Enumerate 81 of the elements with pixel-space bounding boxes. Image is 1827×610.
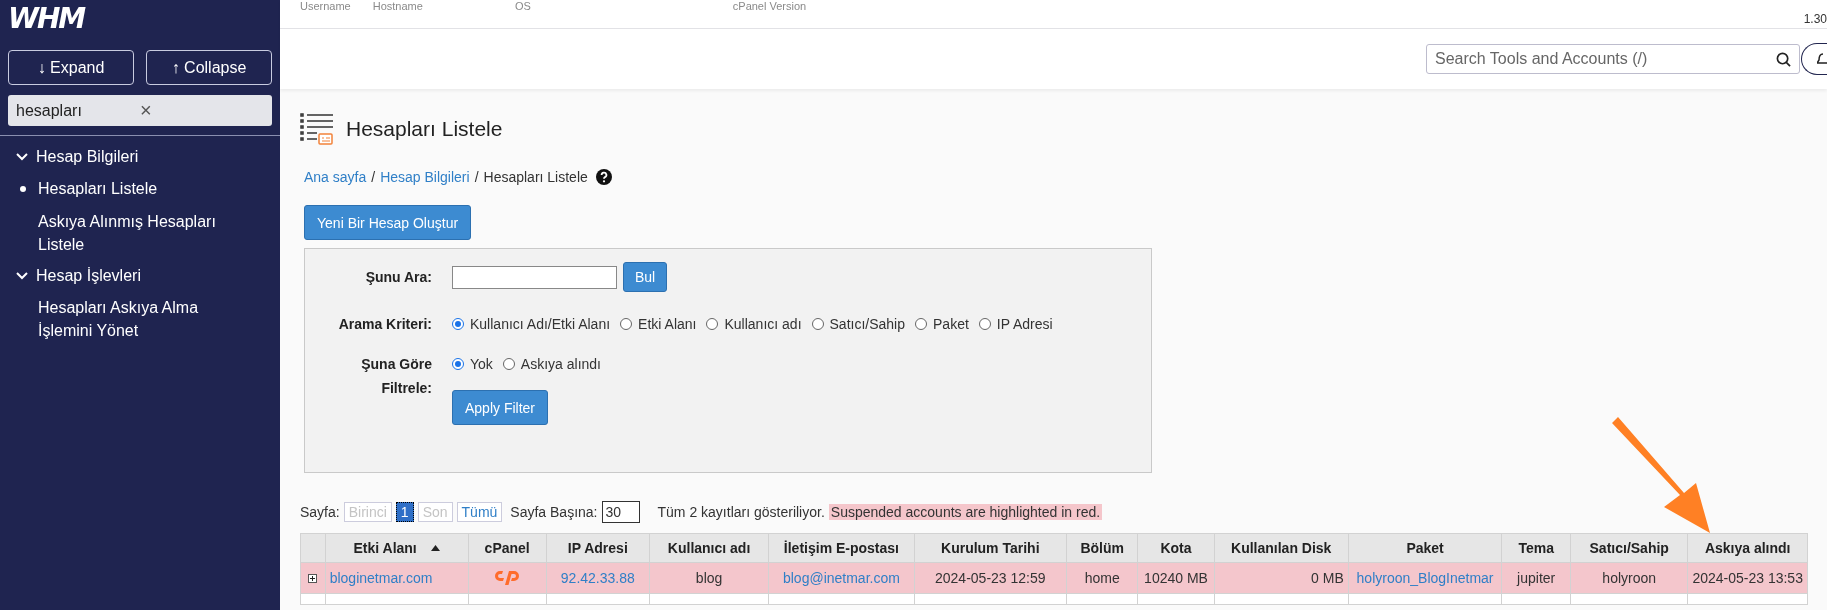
page-button[interactable]: Tümü — [456, 502, 503, 522]
sidebar-group[interactable]: Hesap İşlevleri — [0, 261, 280, 291]
field-label: Şuna Göre Filtrele: — [360, 355, 432, 398]
table-cell: blog — [649, 562, 769, 594]
page-title: Hesapları Listele — [346, 117, 503, 141]
field-label: Arama Kriteri: — [337, 316, 432, 332]
column-header[interactable]: Etki Alanı — [325, 533, 469, 563]
sidebar-button[interactable]: ↑ Collapse — [146, 50, 272, 85]
radio-button[interactable] — [706, 318, 719, 330]
column-header[interactable]: Kullanılan Disk — [1214, 533, 1349, 563]
sidebar-item[interactable]: Hesapları Listele — [0, 172, 264, 205]
radio-button[interactable] — [978, 318, 991, 330]
chevron-icon — [16, 272, 28, 280]
chevron-icon — [16, 153, 28, 161]
table-cell: jupiter — [1501, 562, 1571, 594]
table-cell: 2024-05-23 13:53 — [1687, 562, 1808, 594]
column-header[interactable]: IP Adresi — [546, 533, 650, 563]
radio-button[interactable] — [620, 318, 633, 330]
pagination-label: Sayfa: — [300, 504, 340, 520]
records-summary: Tüm 2 kayıtları gösteriliyor. — [657, 504, 825, 520]
column-header[interactable]: Bölüm — [1066, 533, 1138, 563]
radio-option[interactable]: Askıya alındı — [502, 356, 601, 372]
info-label: OS — [514, 0, 531, 12]
suspended-notice: Suspended accounts are highlighted in red. — [828, 504, 1103, 520]
column-header[interactable]: Paket — [1348, 533, 1502, 563]
table-cell: 2024-05-23 12:59 — [914, 562, 1067, 594]
clear-button[interactable]: × — [140, 99, 264, 122]
radio-option[interactable]: Satıcı/Sahip — [811, 316, 906, 332]
radio-option[interactable]: Paket — [915, 316, 969, 332]
info-label: cPanel Version — [732, 0, 807, 12]
search-field[interactable]: Search Tools and Accounts (/) — [1426, 44, 1800, 74]
info-label: Username — [300, 0, 351, 12]
column-header[interactable]: Tema — [1501, 533, 1571, 563]
info-label: Hostname — [372, 0, 423, 12]
column-header[interactable]: Satıcı/Sahip — [1570, 533, 1688, 563]
sidebar-item[interactable]: Hesapları Askıya Alma İşlemini Yönet — [0, 291, 264, 347]
sidebar-item[interactable]: Askıya Alınmış Hesapları Listele — [0, 205, 264, 261]
sort-icon — [430, 545, 440, 551]
whm-logo: WHM — [7, 1, 86, 37]
bullet-icon — [20, 186, 26, 192]
help-icon[interactable] — [595, 169, 612, 185]
radio-button[interactable] — [452, 358, 464, 370]
search-input-field[interactable] — [452, 265, 617, 289]
sidebar-button[interactable]: ↓ Expand — [8, 50, 134, 85]
radio-option[interactable]: Kullanıcı adı — [706, 316, 802, 332]
sidebar-group[interactable]: Hesap Bilgileri — [0, 142, 280, 172]
version-text: 1.30 — [1803, 11, 1827, 26]
column-header[interactable]: Kota — [1137, 533, 1215, 563]
radio-option[interactable]: Yok — [452, 356, 493, 372]
per-page-label: Sayfa Başına: — [510, 504, 598, 520]
create-account-button[interactable]: Yeni Bir Hesap Oluştur — [304, 205, 472, 240]
column-header[interactable]: Kurulum Tarihi — [914, 533, 1067, 563]
breadcrumb-link[interactable]: Hesap Bilgileri — [380, 169, 470, 185]
breadcrumb-separator: / — [474, 169, 479, 185]
radio-option[interactable]: IP Adresi — [978, 316, 1053, 332]
list-icon — [300, 112, 334, 146]
column-header[interactable]: cPanel — [468, 533, 547, 563]
column-header[interactable]: İletişim E-postası — [768, 533, 915, 563]
column-header[interactable]: Askıya alındı — [1687, 533, 1808, 563]
expand-icon[interactable] — [308, 574, 318, 583]
table-cell: 0 MB — [1214, 562, 1349, 594]
radio-button[interactable] — [452, 318, 464, 330]
column-header[interactable]: Kullanıcı adı — [649, 533, 769, 563]
sidebar-search-field[interactable]: hesapları × — [8, 95, 272, 126]
breadcrumb-link[interactable]: Ana sayfa — [304, 169, 367, 185]
bell-icon — [1817, 52, 1827, 66]
page-button[interactable]: 1 — [395, 502, 414, 522]
radio-button[interactable] — [811, 318, 824, 330]
radio-option[interactable]: Kullanıcı Adı/Etki Alanı — [452, 316, 611, 332]
radio-option[interactable]: Etki Alanı — [620, 316, 697, 332]
per-page-field[interactable]: 30 — [601, 501, 640, 523]
table-cell: home — [1066, 562, 1138, 594]
breadcrumb-separator: / — [371, 169, 376, 185]
find-button[interactable]: Bul — [623, 262, 668, 292]
radio-button[interactable] — [915, 318, 928, 330]
radio-button[interactable] — [502, 358, 515, 370]
table-cell: 10240 MB — [1137, 562, 1215, 594]
table-cell: holyroon — [1570, 562, 1688, 594]
field-label: Şunu Ara: — [364, 269, 432, 285]
breadcrumb-current: Hesapları Listele — [483, 169, 588, 185]
apply-filter-button[interactable]: Apply Filter — [452, 390, 549, 425]
